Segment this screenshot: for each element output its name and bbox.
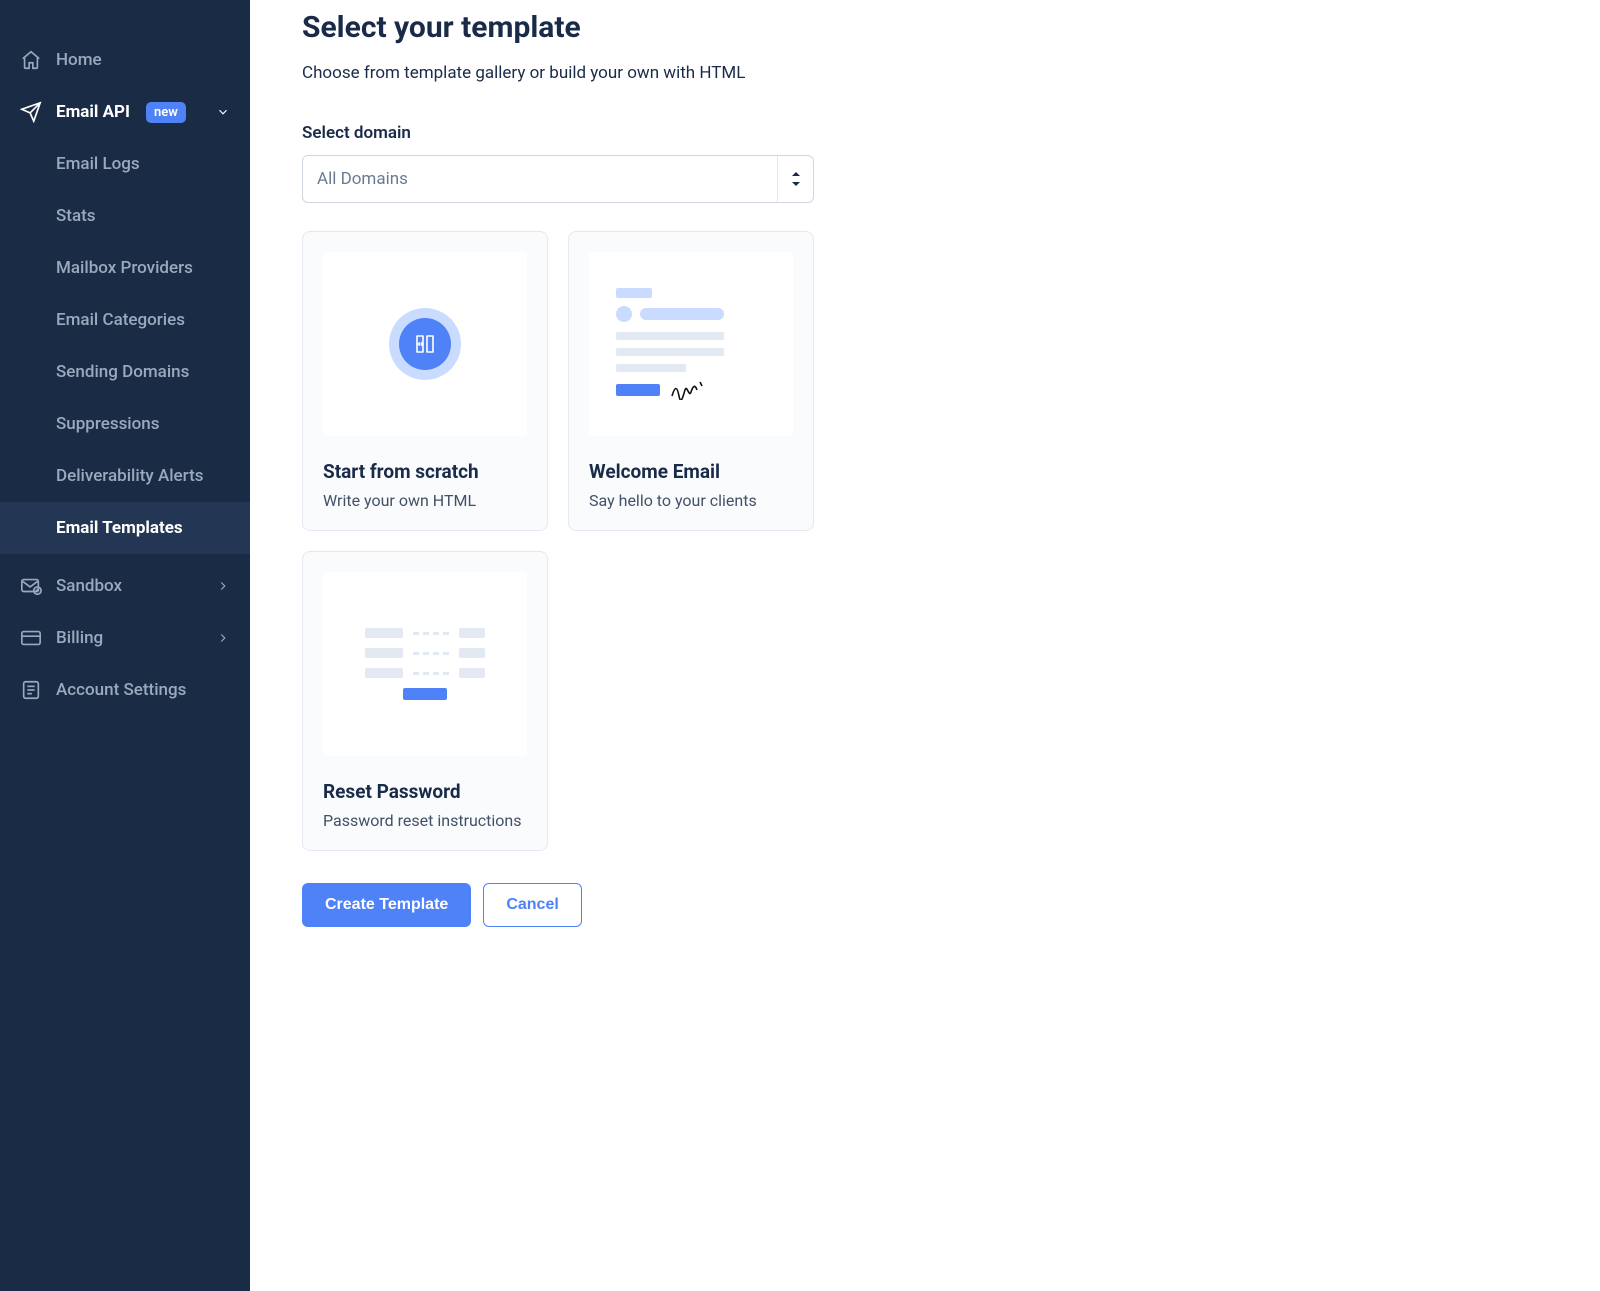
sidebar-item-mailbox-providers[interactable]: Mailbox Providers <box>0 242 250 294</box>
sidebar-item-suppressions[interactable]: Suppressions <box>0 398 250 450</box>
footer-actions: Create Template Cancel <box>302 883 1548 927</box>
template-preview-reset <box>323 572 527 756</box>
template-desc: Say hello to your clients <box>589 491 793 510</box>
credit-card-icon <box>20 627 42 649</box>
template-title: Start from scratch <box>323 460 527 483</box>
sidebar-item-sending-domains[interactable]: Sending Domains <box>0 346 250 398</box>
sidebar-item-email-api[interactable]: Email API new <box>0 86 250 138</box>
sidebar-label-sandbox: Sandbox <box>56 576 122 596</box>
sidebar-item-email-logs[interactable]: Email Logs <box>0 138 250 190</box>
sidebar-label: Email Logs <box>56 154 140 174</box>
sidebar-item-stats[interactable]: Stats <box>0 190 250 242</box>
sidebar-item-home[interactable]: Home <box>0 34 250 86</box>
template-title: Reset Password <box>323 780 527 803</box>
page-subtitle: Choose from template gallery or build yo… <box>302 63 1548 83</box>
sidebar: Home Email API new Email Logs Stats Mail… <box>0 0 250 1291</box>
document-icon <box>20 679 42 701</box>
chevron-right-icon <box>216 631 230 645</box>
code-icon <box>399 318 451 370</box>
sidebar-label: Deliverability Alerts <box>56 466 204 486</box>
template-grid: Start from scratch Write your own HTML <box>302 231 842 851</box>
template-card-scratch[interactable]: Start from scratch Write your own HTML <box>302 231 548 531</box>
sidebar-item-billing[interactable]: Billing <box>0 612 250 664</box>
new-badge: new <box>146 102 186 123</box>
sidebar-label: Mailbox Providers <box>56 258 193 278</box>
main-content: Select your template Choose from templat… <box>250 0 1600 1291</box>
template-title: Welcome Email <box>589 460 793 483</box>
sidebar-label: Sending Domains <box>56 362 189 382</box>
send-icon <box>20 101 42 123</box>
page-title: Select your template <box>302 10 1548 45</box>
cancel-button[interactable]: Cancel <box>483 883 581 927</box>
template-card-reset[interactable]: Reset Password Password reset instructio… <box>302 551 548 851</box>
sidebar-label: Stats <box>56 206 96 226</box>
chevron-right-icon <box>216 579 230 593</box>
sidebar-item-sandbox[interactable]: Sandbox <box>0 560 250 612</box>
sidebar-label: Email Templates <box>56 518 183 538</box>
domain-select[interactable]: All Domains <box>302 155 814 203</box>
create-template-button[interactable]: Create Template <box>302 883 471 927</box>
sidebar-label-email-api: Email API <box>56 102 130 122</box>
home-icon <box>20 49 42 71</box>
domain-field-label: Select domain <box>302 123 1548 143</box>
template-desc: Write your own HTML <box>323 491 527 510</box>
sidebar-item-account-settings[interactable]: Account Settings <box>0 664 250 716</box>
template-preview-scratch <box>323 252 527 436</box>
sidebar-label: Suppressions <box>56 414 160 434</box>
sidebar-item-email-templates[interactable]: Email Templates <box>0 502 250 554</box>
sidebar-label-account-settings: Account Settings <box>56 680 186 700</box>
template-desc: Password reset instructions <box>323 811 527 830</box>
select-caret-icon <box>777 156 813 202</box>
sidebar-item-deliverability-alerts[interactable]: Deliverability Alerts <box>0 450 250 502</box>
mail-plus-icon <box>20 575 42 597</box>
template-card-welcome[interactable]: Welcome Email Say hello to your clients <box>568 231 814 531</box>
sidebar-item-email-categories[interactable]: Email Categories <box>0 294 250 346</box>
template-preview-welcome <box>589 252 793 436</box>
sidebar-label-billing: Billing <box>56 628 103 648</box>
sidebar-label: Email Categories <box>56 310 185 330</box>
email-api-subnav: Email Logs Stats Mailbox Providers Email… <box>0 138 250 554</box>
signature-icon <box>670 380 710 400</box>
domain-selected-value: All Domains <box>317 169 408 189</box>
sidebar-label-home: Home <box>56 50 102 70</box>
chevron-down-icon <box>216 105 230 119</box>
